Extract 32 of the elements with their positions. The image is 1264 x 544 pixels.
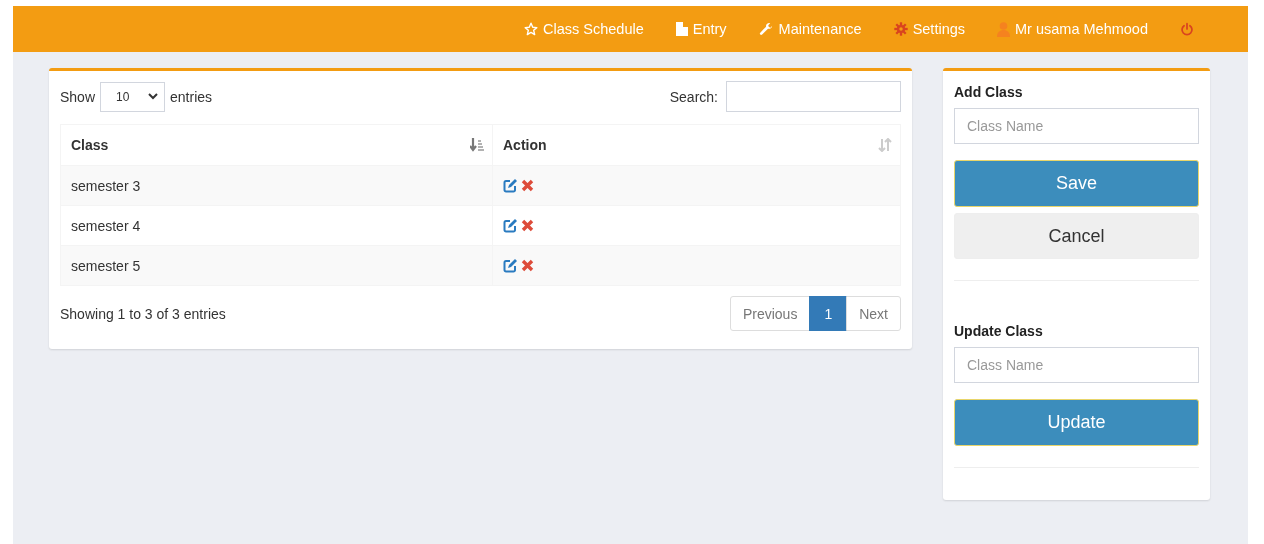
show-label: Show bbox=[60, 88, 96, 105]
table-info: Showing 1 to 3 of 3 entries bbox=[60, 305, 226, 322]
page-button[interactable]: 1 bbox=[809, 296, 848, 331]
table-cell: semester 3 bbox=[60, 165, 493, 206]
save-button[interactable]: Save bbox=[954, 160, 1199, 207]
table-cell: semester 4 bbox=[60, 205, 493, 246]
class-name-field[interactable]: Class Name bbox=[954, 108, 1199, 144]
search-label: Search: bbox=[669, 88, 718, 105]
gear-icon bbox=[893, 22, 908, 36]
entries-select[interactable]: 10 bbox=[100, 81, 166, 112]
delete-icon[interactable] bbox=[521, 259, 534, 272]
edit-icon[interactable] bbox=[503, 178, 517, 193]
star-icon bbox=[524, 22, 538, 36]
search-field[interactable] bbox=[726, 81, 901, 112]
edit-icon[interactable] bbox=[503, 218, 517, 233]
power-icon bbox=[1180, 21, 1194, 37]
class-name-field[interactable]: Class Name bbox=[954, 347, 1199, 383]
update-button[interactable]: Update bbox=[954, 399, 1199, 446]
table-cell: semester 5 bbox=[60, 245, 493, 286]
cancel-button[interactable]: Cancel bbox=[954, 213, 1199, 259]
edit-icon[interactable] bbox=[503, 258, 517, 273]
section-title: Update Class bbox=[954, 323, 1044, 339]
section-title: Add Class bbox=[954, 84, 1024, 100]
column-header[interactable]: Class bbox=[60, 124, 493, 166]
next-button[interactable]: Next bbox=[846, 296, 901, 331]
delete-icon[interactable] bbox=[521, 179, 534, 192]
user-icon bbox=[997, 21, 1011, 37]
column-header[interactable]: Action bbox=[492, 124, 901, 166]
delete-icon[interactable] bbox=[521, 219, 534, 232]
entries-label: entries bbox=[170, 88, 213, 105]
chevron-icon bbox=[148, 93, 159, 100]
file-icon bbox=[675, 22, 688, 36]
